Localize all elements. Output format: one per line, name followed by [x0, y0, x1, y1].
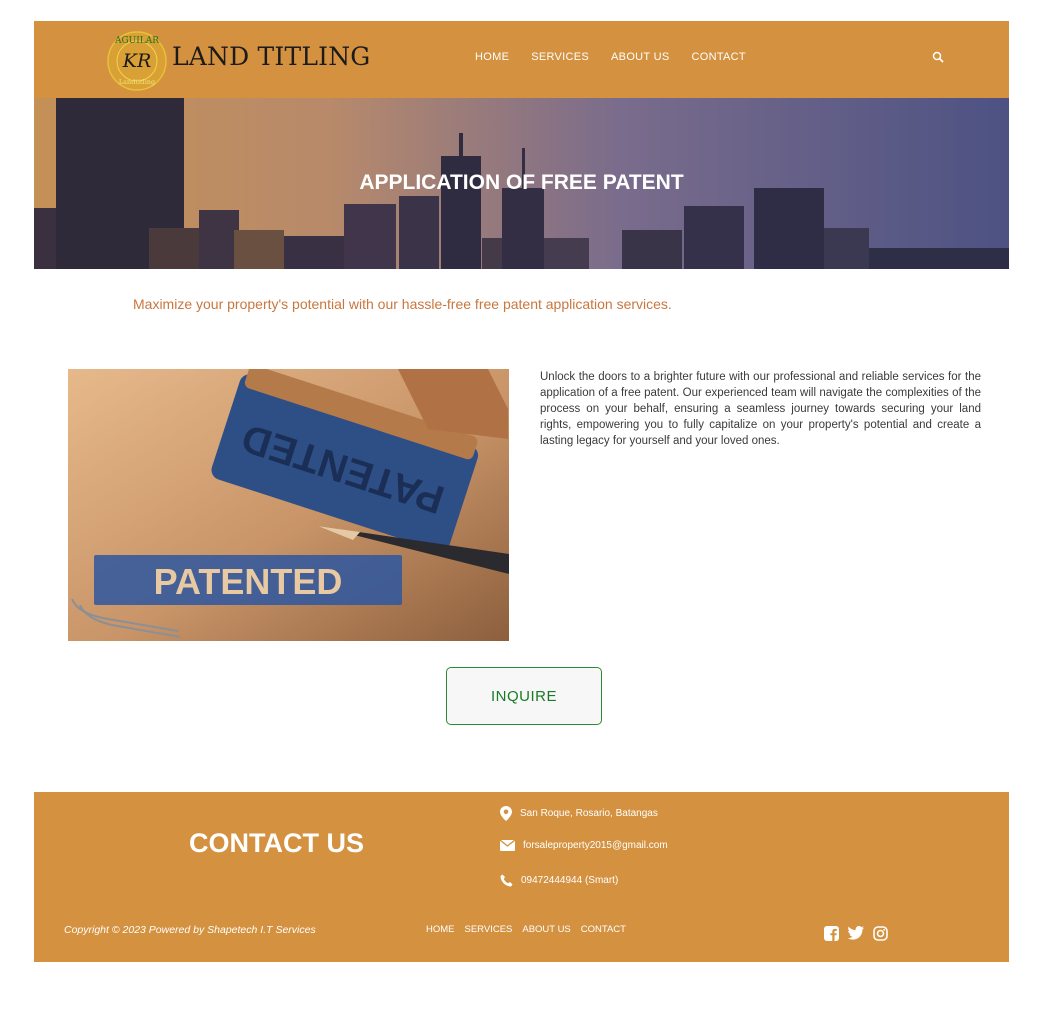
main-nav: HOME SERVICES ABOUT US CONTACT	[475, 51, 746, 63]
envelope-icon	[500, 840, 515, 851]
facebook-icon[interactable]	[824, 926, 839, 941]
nav-services[interactable]: SERVICES	[531, 51, 589, 63]
copyright-text: Copyright © 2023 Powered by Shapetech I.…	[64, 924, 316, 936]
site-footer: CONTACT US San Roque, Rosario, Batangas …	[34, 792, 1009, 962]
footer-nav: HOME SERVICES ABOUT US CONTACT	[426, 924, 626, 935]
phone-icon	[500, 874, 513, 887]
phone-text[interactable]: 09472444944 (Smart)	[521, 875, 618, 886]
footer-nav-home[interactable]: HOME	[426, 924, 455, 935]
twitter-icon[interactable]	[848, 926, 864, 940]
instagram-icon[interactable]	[873, 926, 888, 941]
logo-seal[interactable]: AGUILAR KR Landtitling	[106, 30, 168, 92]
nav-home[interactable]: HOME	[475, 51, 509, 63]
map-pin-icon	[500, 806, 512, 821]
hero-banner: APPLICATION OF FREE PATENT	[34, 98, 1009, 269]
patented-stamp-image: PATENTED PATENTED	[68, 369, 509, 641]
logo-seal-top-text: AGUILAR	[114, 36, 159, 46]
address-text: San Roque, Rosario, Batangas	[520, 808, 658, 819]
footer-email[interactable]: forsaleproperty2015@gmail.com	[500, 840, 668, 851]
footer-address: San Roque, Rosario, Batangas	[500, 806, 658, 821]
logo-seal-bottom-text: Landtitling	[119, 78, 155, 86]
footer-heading: CONTACT US	[189, 828, 364, 858]
logo-initials: KR	[122, 50, 152, 72]
patented-label: PATENTED	[154, 561, 343, 602]
email-text[interactable]: forsaleproperty2015@gmail.com	[523, 840, 668, 851]
search-icon[interactable]	[932, 51, 944, 63]
footer-nav-contact[interactable]: CONTACT	[581, 924, 626, 935]
nav-about-us[interactable]: ABOUT US	[611, 51, 669, 63]
logo-text[interactable]: LAND TITLING	[172, 42, 370, 71]
hero-title: APPLICATION OF FREE PATENT	[359, 171, 684, 194]
site-header: AGUILAR KR Landtitling LAND TITLING HOME…	[34, 21, 1009, 98]
footer-nav-about-us[interactable]: ABOUT US	[522, 924, 570, 935]
tagline: Maximize your property's potential with …	[133, 296, 672, 312]
service-description: Unlock the doors to a brighter future wi…	[540, 371, 981, 447]
footer-phone[interactable]: 09472444944 (Smart)	[500, 874, 618, 887]
nav-contact[interactable]: CONTACT	[691, 51, 745, 63]
footer-nav-services[interactable]: SERVICES	[465, 924, 513, 935]
inquire-button[interactable]: INQUIRE	[446, 667, 602, 725]
social-links	[824, 926, 888, 941]
